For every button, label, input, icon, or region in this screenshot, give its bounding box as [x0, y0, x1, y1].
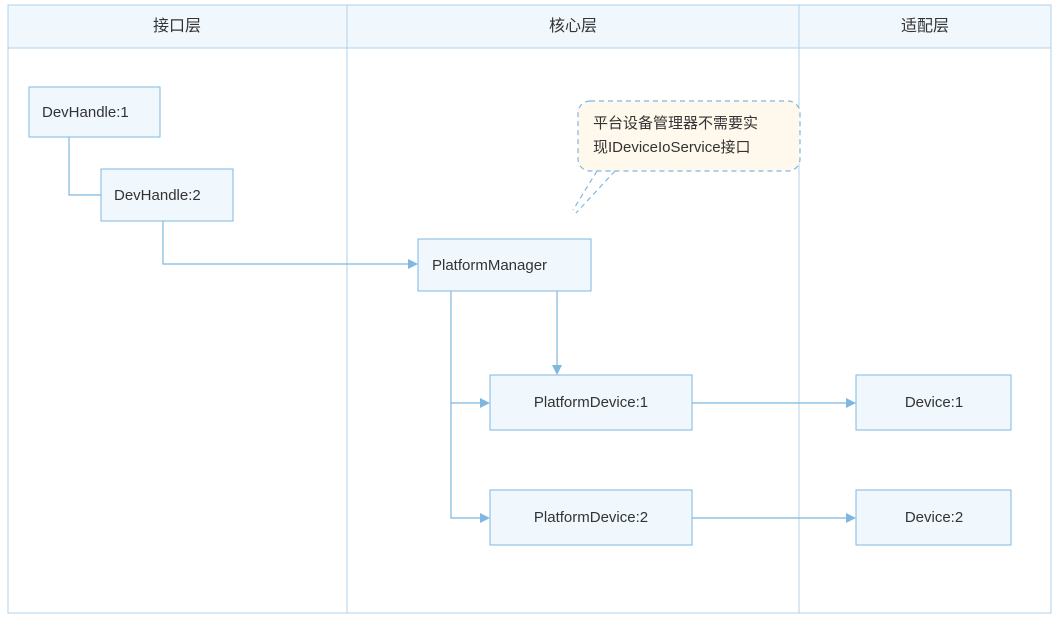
- label-devhandle-2: DevHandle:2: [114, 187, 201, 204]
- architecture-diagram: 接口层 核心层 适配层 DevHandle:1 DevHandle:2 Plat…: [0, 0, 1059, 619]
- header-label-interface: 接口层: [153, 17, 201, 35]
- note-line-2: 现IDeviceIoService接口: [593, 139, 751, 156]
- label-platform-manager: PlatformManager: [432, 257, 547, 274]
- label-platform-device-2: PlatformDevice:2: [534, 509, 648, 526]
- label-platform-device-1: PlatformDevice:1: [534, 394, 648, 411]
- label-device-1: Device:1: [905, 394, 963, 411]
- header-label-core: 核心层: [549, 17, 597, 35]
- label-devhandle-1: DevHandle:1: [42, 104, 129, 121]
- header-label-adapter: 适配层: [901, 17, 949, 35]
- label-device-2: Device:2: [905, 509, 963, 526]
- note-line-1: 平台设备管理器不需要实: [593, 115, 758, 132]
